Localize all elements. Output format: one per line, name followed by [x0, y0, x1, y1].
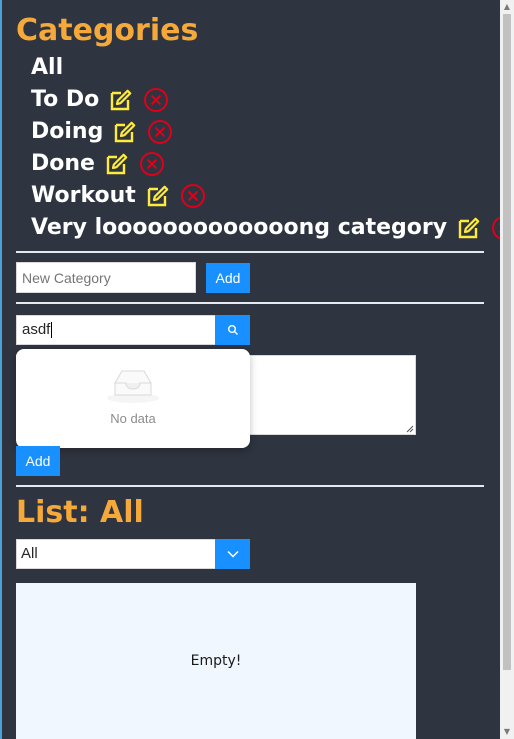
category-item-workout[interactable]: Workout: [31, 180, 514, 212]
category-label[interactable]: Very looooooooooooong category: [31, 212, 447, 244]
scroll-up-icon[interactable]: ▲: [500, 0, 514, 14]
vertical-scrollbar[interactable]: ▲ ▼: [500, 0, 514, 739]
delete-icon[interactable]: [180, 183, 206, 209]
search-button[interactable]: [215, 315, 250, 345]
add-task-button[interactable]: Add: [16, 446, 60, 476]
edit-icon[interactable]: [109, 88, 133, 112]
search-dropdown: No data: [16, 349, 250, 448]
search-input[interactable]: asdf: [16, 315, 216, 345]
category-item-long[interactable]: Very looooooooooooong category: [31, 212, 514, 244]
list-title: List: All: [16, 495, 144, 530]
text-caret: [51, 322, 53, 339]
category-label[interactable]: All: [31, 52, 63, 84]
delete-icon[interactable]: [139, 151, 165, 177]
chevron-down-icon: [226, 550, 239, 558]
empty-list-text: Empty!: [190, 653, 242, 669]
window-left-edge: [0, 0, 2, 739]
category-label[interactable]: Done: [31, 148, 95, 180]
add-category-button[interactable]: Add: [206, 263, 250, 293]
search-icon: [227, 325, 238, 335]
delete-icon[interactable]: [147, 119, 173, 145]
search-value: asdf: [22, 321, 51, 338]
task-list: Empty!: [16, 583, 416, 739]
section-divider: [16, 251, 484, 253]
category-label[interactable]: Doing: [31, 116, 103, 148]
category-item-todo[interactable]: To Do: [31, 84, 514, 116]
category-list: All To Do Doing Done Workout Very looooo…: [31, 52, 514, 244]
edit-icon[interactable]: [457, 216, 481, 240]
list-filter-select[interactable]: All: [16, 539, 250, 569]
edit-icon[interactable]: [105, 152, 129, 176]
list-filter-value: All: [21, 545, 38, 562]
empty-inbox-icon: [107, 370, 159, 403]
categories-title: Categories: [16, 13, 199, 48]
delete-icon[interactable]: [143, 87, 169, 113]
category-item-doing[interactable]: Doing: [31, 116, 514, 148]
search-box: asdf: [16, 315, 250, 345]
category-label[interactable]: Workout: [31, 180, 136, 212]
section-divider: [16, 302, 484, 304]
category-item-done[interactable]: Done: [31, 148, 514, 180]
scrollbar-thumb[interactable]: [503, 14, 511, 670]
category-label[interactable]: To Do: [31, 84, 99, 116]
category-item-all[interactable]: All: [31, 52, 514, 84]
edit-icon[interactable]: [146, 184, 170, 208]
new-category-input[interactable]: [16, 262, 196, 293]
resize-handle-icon[interactable]: [406, 425, 414, 433]
edit-icon[interactable]: [113, 120, 137, 144]
select-arrow-button[interactable]: [215, 539, 250, 569]
section-divider: [16, 485, 484, 487]
no-data-text: No data: [110, 411, 156, 426]
scroll-down-icon[interactable]: ▼: [500, 725, 514, 739]
